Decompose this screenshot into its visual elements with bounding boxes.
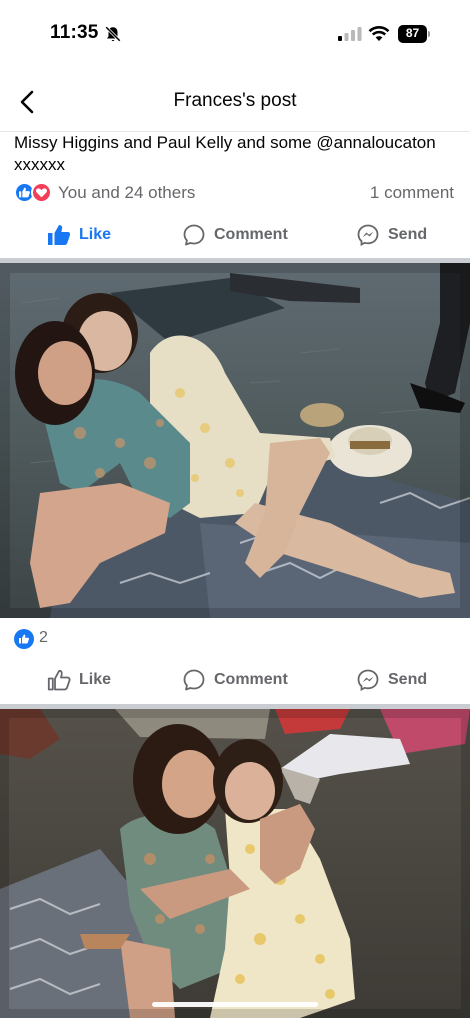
comment-bubble-icon <box>183 669 205 691</box>
post-caption: Missy Higgins and Paul Kelly and some @a… <box>14 133 436 174</box>
messenger-send-icon <box>357 224 379 246</box>
like-button[interactable]: Like <box>47 213 111 257</box>
reaction-count-text[interactable]: You and 24 others <box>58 183 195 203</box>
post-photo-1[interactable] <box>0 263 470 618</box>
love-reaction-icon <box>31 182 52 203</box>
comment-count[interactable]: 1 comment <box>370 183 454 203</box>
comment-label: Comment <box>214 226 288 243</box>
photo-1-comment-button[interactable]: Comment <box>182 658 288 702</box>
photo-1-reactions[interactable]: 2 <box>14 627 94 649</box>
battery-icon: 87 <box>398 25 430 43</box>
post-header: Frances's post <box>0 76 470 128</box>
reactions-summary[interactable]: You and 24 others 1 comment <box>0 181 470 205</box>
like-reaction-icon <box>14 629 34 649</box>
status-bar: 11:35 87 <box>0 0 470 66</box>
post-action-bar: Like Comment Send <box>0 213 470 257</box>
messenger-send-icon <box>357 669 379 691</box>
send-label: Send <box>388 226 428 243</box>
send-button[interactable]: Send <box>356 213 427 257</box>
status-time: 11:35 <box>50 22 99 43</box>
photo-2-image <box>0 709 470 1018</box>
thumbs-up-icon <box>48 225 71 245</box>
home-indicator[interactable] <box>152 1002 318 1007</box>
page-title: Frances's post <box>173 90 297 111</box>
comment-label: Comment <box>214 671 288 688</box>
photo-1-action-bar: Like Comment Send <box>0 658 470 702</box>
photo-1-like-count: 2 <box>39 629 48 646</box>
like-label: Like <box>79 226 112 243</box>
wifi-icon <box>368 26 390 41</box>
thumbs-up-icon <box>47 669 71 691</box>
photo-1-like-button[interactable]: Like <box>47 658 111 702</box>
send-label: Send <box>388 671 428 688</box>
post-photo-2[interactable] <box>0 709 470 1018</box>
comment-bubble-icon <box>183 224 205 246</box>
comment-button[interactable]: Comment <box>182 213 288 257</box>
like-label: Like <box>79 671 112 688</box>
photo-1-image <box>0 263 470 618</box>
reaction-icons <box>14 182 54 204</box>
battery-level: 87 <box>405 26 420 40</box>
signal-icon <box>338 27 362 41</box>
photo-1-send-button[interactable]: Send <box>356 658 427 702</box>
bell-slash-icon <box>105 26 121 42</box>
